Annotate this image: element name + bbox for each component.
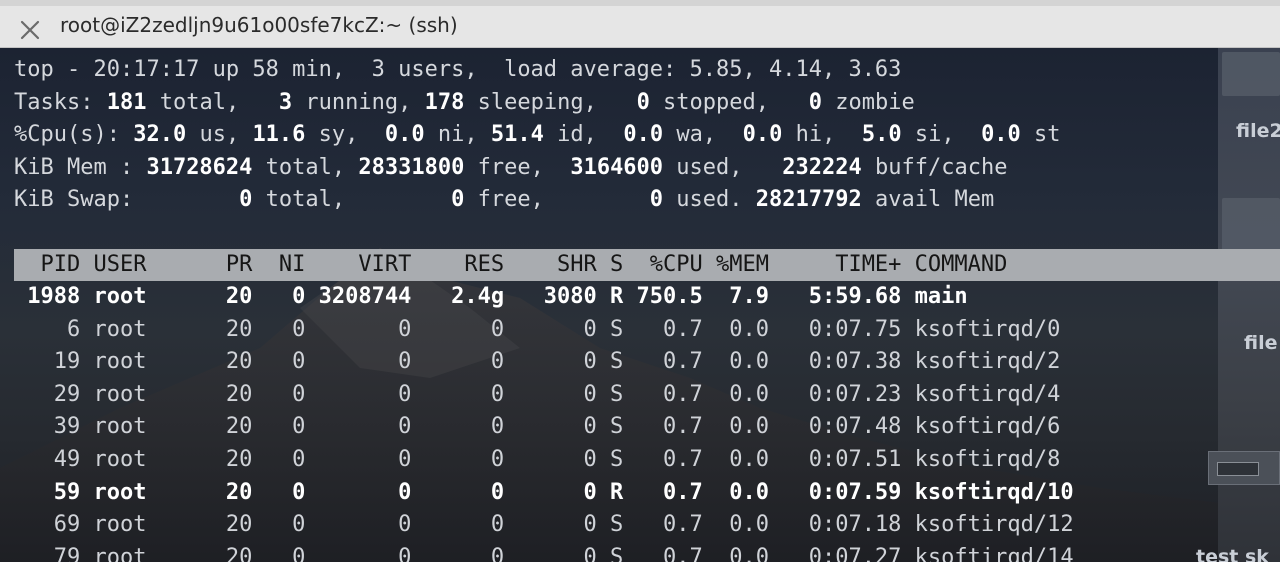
terminal-area[interactable]: file2 file test sk top - 20:17:17 up 58 …: [0, 48, 1280, 562]
cpu-st-label: st: [1020, 122, 1061, 148]
mem-used: 3164600: [570, 154, 664, 180]
desktop-label-test[interactable]: test sk: [1196, 546, 1269, 562]
tasks-prefix: Tasks:: [14, 89, 107, 115]
cpu-id-label: id,: [543, 122, 624, 148]
tasks-total: 181: [106, 89, 147, 115]
table-row[interactable]: 69 root 20 0 0 0 0 S 0.7 0.0 0:07.18 kso…: [14, 509, 1074, 542]
swap-total: 0: [239, 187, 253, 213]
tasks-running: 3: [278, 89, 293, 115]
cpu-id: 51.4: [490, 122, 544, 148]
table-row[interactable]: 39 root 20 0 0 0 0 S 0.7 0.0 0:07.48 kso…: [14, 411, 1061, 444]
window-title: root@iZ2zedljn9u61o00sfe7kcZ:~ (ssh): [60, 13, 458, 37]
mem-prefix: KiB Mem :: [14, 154, 147, 180]
tasks-total-label: total,: [146, 89, 279, 115]
swap-avail: 28217792: [755, 187, 862, 213]
cpu-sy-label: sy,: [305, 122, 385, 148]
tasks-line: Tasks: 181 total, 3 running, 178 sleepin…: [14, 87, 915, 120]
cpu-wa-label: wa,: [663, 122, 743, 148]
tasks-zombie-label: zombie: [822, 89, 915, 115]
cpu-si: 5.0: [861, 122, 902, 148]
desktop-file-icon[interactable]: [1222, 52, 1280, 96]
mem-free-label: free,: [464, 154, 571, 180]
cpu-prefix: %Cpu(s):: [14, 122, 134, 148]
desktop-label-file[interactable]: file: [1244, 332, 1277, 354]
swap-avail-label: avail Mem: [861, 187, 995, 213]
desktop-label-file2[interactable]: file2: [1236, 120, 1280, 142]
mem-line: KiB Mem : 31728624 total, 28331800 free,…: [14, 152, 1007, 185]
mem-free: 28331800: [358, 154, 465, 180]
cpu-us-label: us,: [186, 122, 253, 148]
table-row[interactable]: 1988 root 20 0 3208744 2.4g 3080 R 750.5…: [14, 281, 967, 314]
close-x-icon[interactable]: [14, 14, 44, 44]
swap-free: 0: [451, 187, 465, 213]
cpu-si-label: si,: [901, 122, 982, 148]
swap-used-label: used.: [663, 187, 756, 213]
table-row[interactable]: 19 root 20 0 0 0 0 S 0.7 0.0 0:07.38 kso…: [14, 346, 1061, 379]
cpu-us: 32.0: [133, 122, 187, 148]
table-row[interactable]: 49 root 20 0 0 0 0 S 0.7 0.0 0:07.51 kso…: [14, 444, 1061, 477]
uptime-line: top - 20:17:17 up 58 min, 3 users, load …: [14, 57, 902, 82]
tasks-stopped-label: stopped,: [649, 89, 809, 115]
cpu-ni: 0.0: [384, 122, 425, 148]
swap-used: 0: [649, 187, 664, 213]
swap-total-label: total,: [252, 187, 452, 213]
desktop-mini-window[interactable]: [1208, 451, 1280, 485]
mini-window-bar: [1217, 462, 1259, 476]
swap-line: KiB Swap: 0 total, 0 free, 0 used. 28217…: [14, 184, 994, 217]
tasks-stopped: 0: [636, 89, 650, 115]
mem-used-label: used,: [663, 154, 783, 180]
swap-free-label: free,: [464, 187, 650, 213]
title-bar-top-strip: [0, 0, 1280, 6]
cpu-ni-label: ni,: [424, 122, 491, 148]
cpu-wa: 0.0: [623, 122, 664, 148]
title-bar: root@iZ2zedljn9u61o00sfe7kcZ:~ (ssh): [0, 0, 1280, 48]
mem-total-label: total,: [252, 154, 359, 180]
mem-total: 31728624: [146, 154, 253, 180]
table-row[interactable]: 29 root 20 0 0 0 0 S 0.7 0.0 0:07.23 kso…: [14, 379, 1061, 412]
table-row[interactable]: 79 root 20 0 0 0 0 S 0.7 0.0 0:07.27 kso…: [14, 542, 1074, 562]
mem-buff-label: buff/cache: [861, 154, 1008, 180]
tasks-sleeping-label: sleeping,: [464, 89, 637, 115]
process-table-header[interactable]: PID USER PR NI VIRT RES SHR S %CPU %MEM …: [14, 249, 1007, 281]
tasks-running-label: running,: [292, 89, 425, 115]
tasks-sleeping: 178: [424, 89, 465, 115]
mem-buff: 232224: [782, 154, 862, 180]
cpu-hi: 0.0: [742, 122, 783, 148]
table-row[interactable]: 6 root 20 0 0 0 0 S 0.7 0.0 0:07.75 ksof…: [14, 314, 1060, 347]
table-row[interactable]: 59 root 20 0 0 0 0 R 0.7 0.0 0:07.59 kso…: [14, 477, 1074, 510]
terminal-window: root@iZ2zedljn9u61o00sfe7kcZ:~ (ssh) fil…: [0, 0, 1280, 562]
cpu-hi-label: hi,: [782, 122, 862, 148]
cpu-sy: 11.6: [252, 122, 306, 148]
cpu-line: %Cpu(s): 32.0 us, 11.6 sy, 0.0 ni, 51.4 …: [14, 119, 1061, 152]
tasks-zombie: 0: [808, 89, 823, 115]
cpu-st: 0.0: [981, 122, 1021, 148]
swap-prefix: KiB Swap:: [14, 187, 240, 213]
